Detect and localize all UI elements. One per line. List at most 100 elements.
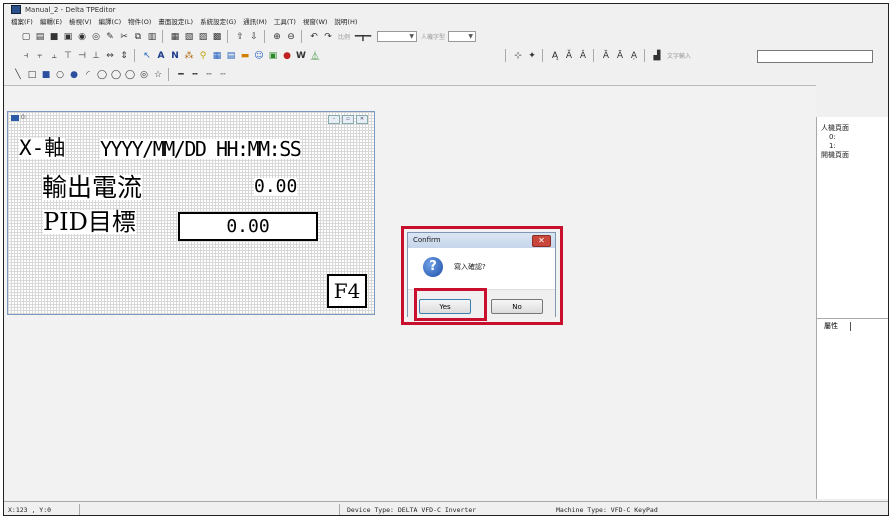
new-file-icon[interactable]: ▢ xyxy=(20,31,32,43)
align-left-icon[interactable]: ⫞ xyxy=(20,50,32,62)
upload-icon[interactable]: ⇧ xyxy=(234,31,246,43)
line-solid-icon[interactable]: ━ xyxy=(175,69,187,81)
settings-icon[interactable]: ◎ xyxy=(90,31,102,43)
axis-label[interactable]: X-軸 xyxy=(19,138,66,159)
add-page-icon[interactable]: ▦ xyxy=(169,31,181,43)
datetime-display[interactable]: YYYY/MM/DD HH:MM:SS xyxy=(100,139,302,159)
font-size-down-icon[interactable]: Ǎ xyxy=(577,50,589,62)
record-icon[interactable]: ● xyxy=(281,50,293,62)
line-icon[interactable]: ╲ xyxy=(12,69,24,81)
pointer-icon[interactable]: ↖ xyxy=(141,50,153,62)
numeric-icon[interactable]: ⁂ xyxy=(183,50,195,62)
align-right-icon[interactable]: ⫠ xyxy=(48,50,60,62)
import-icon[interactable]: ▨ xyxy=(197,31,209,43)
dialog-close-icon[interactable]: ✕ xyxy=(532,235,551,247)
center-h-icon[interactable]: ⊹ xyxy=(512,50,524,62)
table-icon[interactable]: ▦ xyxy=(211,50,223,62)
title-bar: Manual_2 - Delta TPEditor xyxy=(4,4,888,15)
menu-tools[interactable]: 工具(T) xyxy=(274,16,296,26)
font-size-up-icon[interactable]: Ă xyxy=(563,50,575,62)
align-top-icon[interactable]: ⊤ xyxy=(62,50,74,62)
ring-icon[interactable]: ◎ xyxy=(138,69,150,81)
output-current-value[interactable]: 0.00 xyxy=(254,178,298,196)
pen-icon[interactable]: ✎ xyxy=(104,31,116,43)
hmi-screen-window[interactable]: 0: – ▫ ✕ X-軸 YYYY/MM/DD HH:MM:SS 輸出電流 0.… xyxy=(7,111,375,315)
tree-page-1[interactable]: 1: xyxy=(821,142,849,151)
menu-help[interactable]: 說明(H) xyxy=(334,16,357,26)
font-combo[interactable]: ▼ xyxy=(448,31,477,42)
zoom-in-icon[interactable]: ⊕ xyxy=(271,31,283,43)
text-a-icon[interactable]: A xyxy=(155,50,167,62)
tree-boot-page[interactable]: 開機頁面 xyxy=(821,151,849,160)
drawing-toolbar: ╲ □ ■ ○ ● ◜ ◯ ◯ ◯ ◎ ☆ ━ ╍ ╌ ┄ xyxy=(4,66,888,83)
status-bar: X:123 , Y:0 Device Type: DELTA VFD-C Inv… xyxy=(4,501,888,515)
f4-key-button[interactable]: F4 xyxy=(327,274,367,308)
align-bottom-icon[interactable]: ⊥ xyxy=(90,50,102,62)
user-icon[interactable]: ☺ xyxy=(253,50,265,62)
open-folder-icon[interactable]: ▤ xyxy=(34,31,46,43)
text-n-icon[interactable]: N xyxy=(169,50,181,62)
menu-view[interactable]: 檢視(V) xyxy=(69,16,92,26)
text-input-field[interactable] xyxy=(757,50,873,63)
rectangle-icon[interactable]: □ xyxy=(26,69,38,81)
print-icon[interactable]: ▣ xyxy=(62,31,74,43)
copy-icon[interactable]: ⧉ xyxy=(132,31,144,43)
tree-root-hmi-pages[interactable]: 人機頁面 xyxy=(821,124,849,133)
cut-icon[interactable]: ✂ xyxy=(118,31,130,43)
folder-icon[interactable]: ▬ xyxy=(239,50,251,62)
maximize-icon[interactable]: ▫ xyxy=(342,115,354,124)
ellipse3-icon[interactable]: ◯ xyxy=(124,69,136,81)
font-a-icon[interactable]: Ą xyxy=(549,50,561,62)
menu-communication[interactable]: 通訊(M) xyxy=(243,16,267,26)
zoom-out-icon[interactable]: ⊖ xyxy=(285,31,297,43)
underline-icon[interactable]: Ạ xyxy=(628,50,640,62)
delete-page-icon[interactable]: ▧ xyxy=(183,31,195,43)
bold-icon[interactable]: Ȁ xyxy=(600,50,612,62)
ellipse-icon[interactable]: ◯ xyxy=(96,69,108,81)
tree-page-0[interactable]: 0: xyxy=(821,133,849,142)
center-v-icon[interactable]: ✦ xyxy=(526,50,538,62)
level-icon[interactable]: ⏅ xyxy=(309,50,321,62)
download-icon[interactable]: ⇩ xyxy=(248,31,260,43)
zoom-combo[interactable]: ▼ xyxy=(377,31,418,42)
filled-circle-icon[interactable]: ● xyxy=(68,69,80,81)
output-current-label[interactable]: 輸出電流 xyxy=(42,175,143,200)
frame-icon[interactable]: ▣ xyxy=(267,50,279,62)
menu-compile[interactable]: 編譯(C) xyxy=(99,16,122,26)
disc-icon[interactable]: ◉ xyxy=(76,31,88,43)
text-color-icon[interactable]: ▟ xyxy=(651,50,663,62)
minimize-icon[interactable]: – xyxy=(328,115,340,124)
pid-target-label[interactable]: PID目標 xyxy=(43,210,136,234)
same-width-icon[interactable]: ⇔ xyxy=(104,50,116,62)
no-button[interactable]: No xyxy=(491,299,543,314)
menu-file[interactable]: 檔案(F) xyxy=(11,16,33,26)
line-dashdot-icon[interactable]: ┄ xyxy=(217,69,229,81)
chart-icon[interactable]: ▤ xyxy=(225,50,237,62)
zoom-slider[interactable]: ━┳━ xyxy=(352,31,374,43)
menu-system-settings[interactable]: 系統設定(G) xyxy=(200,16,236,26)
align-center-icon[interactable]: ⫟ xyxy=(34,50,46,62)
same-height-icon[interactable]: ⇕ xyxy=(118,50,130,62)
search-object-icon[interactable]: ⚲ xyxy=(197,50,209,62)
menu-window[interactable]: 視窗(W) xyxy=(303,16,328,26)
menu-screen-settings[interactable]: 畫面設定(L) xyxy=(158,16,193,26)
filled-rectangle-icon[interactable]: ■ xyxy=(40,69,52,81)
pid-target-value[interactable]: 0.00 xyxy=(178,212,318,241)
save-icon[interactable]: ■ xyxy=(48,31,60,43)
circle-icon[interactable]: ○ xyxy=(54,69,66,81)
ellipse2-icon[interactable]: ◯ xyxy=(110,69,122,81)
close-icon[interactable]: ✕ xyxy=(356,115,368,124)
line-dash-icon[interactable]: ╍ xyxy=(189,69,201,81)
undo-icon[interactable]: ↶ xyxy=(308,31,320,43)
paste-icon[interactable]: ▥ xyxy=(146,31,158,43)
export-icon[interactable]: ▩ xyxy=(211,31,223,43)
arc-icon[interactable]: ◜ xyxy=(82,69,94,81)
polygon-icon[interactable]: ☆ xyxy=(152,69,164,81)
line-dot-icon[interactable]: ╌ xyxy=(203,69,215,81)
menu-object[interactable]: 物件(O) xyxy=(128,16,151,26)
align-middle-icon[interactable]: ⊣ xyxy=(76,50,88,62)
italic-icon[interactable]: Ȃ xyxy=(614,50,626,62)
menu-edit[interactable]: 編輯(E) xyxy=(40,16,62,26)
redo-icon[interactable]: ↷ xyxy=(322,31,334,43)
w-icon[interactable]: W xyxy=(295,50,307,62)
